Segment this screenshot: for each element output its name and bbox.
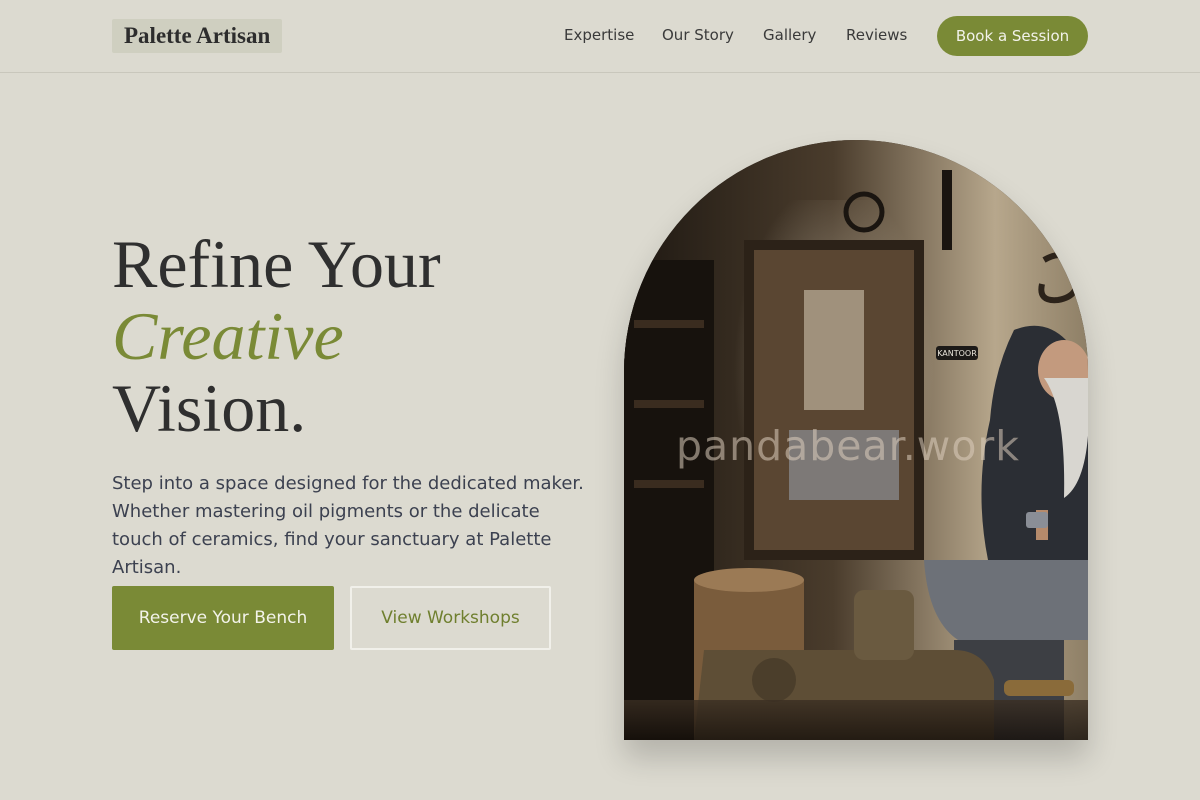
- headline-line-3: Vision.: [112, 370, 307, 446]
- headline-line-1: Refine Your: [112, 226, 441, 302]
- nav-link-reviews[interactable]: Reviews: [846, 26, 907, 44]
- nav-link-gallery[interactable]: Gallery: [763, 26, 816, 44]
- book-session-button[interactable]: Book a Session: [937, 16, 1088, 56]
- reserve-bench-button[interactable]: Reserve Your Bench: [112, 586, 334, 650]
- view-workshops-button[interactable]: View Workshops: [350, 586, 551, 650]
- nav-link-expertise[interactable]: Expertise: [564, 26, 634, 44]
- headline-emphasis: Creative: [112, 298, 344, 374]
- image-watermark: pandabear.work: [676, 422, 1021, 470]
- hero-image-arch: KANTOOR pandabear.work: [624, 140, 1088, 740]
- nav-link-our-story[interactable]: Our Story: [662, 26, 734, 44]
- hero-headline: Refine Your Creative Vision.: [112, 228, 441, 444]
- hero-description: Step into a space designed for the dedic…: [112, 473, 584, 578]
- kantoor-sign: KANTOOR: [937, 349, 977, 358]
- main-nav: Expertise Our Story Gallery Reviews Book…: [0, 0, 1200, 72]
- top-navigation-bar: Palette Artisan Expertise Our Story Gall…: [0, 0, 1200, 73]
